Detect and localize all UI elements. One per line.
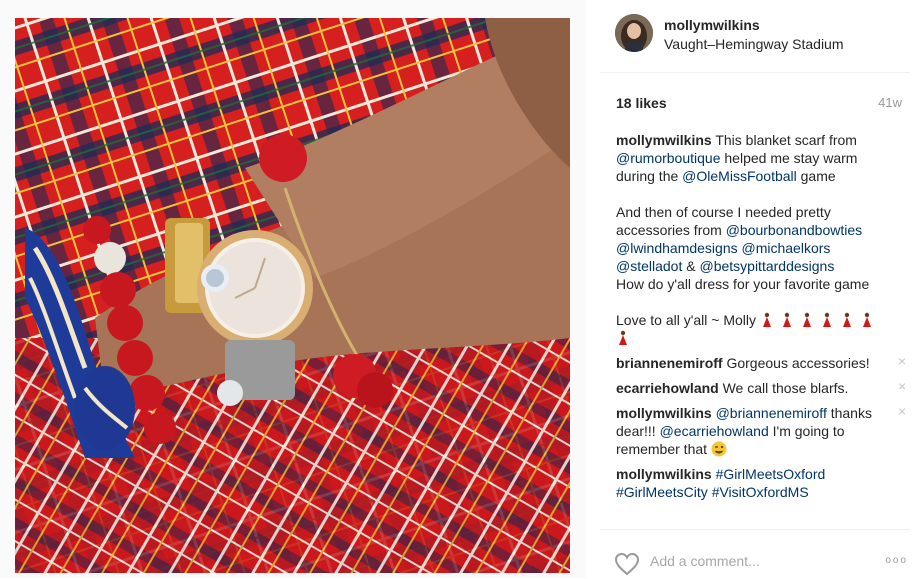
wink-emoji [711,441,727,457]
comment-item: ecarriehowland We call those blarfs. × [616,379,906,397]
caption-text: This blanket scarf from [715,132,857,148]
dancer-emoji [802,312,811,327]
dancer-emoji [842,312,851,327]
likes-count[interactable]: 18 likes [616,95,667,111]
mention-link[interactable]: @briannenemiroff [716,405,827,421]
delete-comment-icon[interactable]: × [898,379,910,393]
caption: mollymwilkins This blanket scarf from @r… [616,131,898,347]
comment-item: mollymwilkins @briannenemiroff thanks de… [616,404,906,458]
comment-username[interactable]: mollymwilkins [616,405,712,421]
hashtag-link[interactable]: #GirlMeetsOxford [716,466,826,482]
comment-text: We call those blarfs. [722,380,849,396]
mention-link[interactable]: @ecarriehowland [660,423,769,439]
mention-link[interactable]: @michaelkors [742,240,831,256]
mention-link[interactable]: @rumorboutique [616,150,721,166]
comment-item: briannenemiroff Gorgeous accessories! × [616,354,906,372]
mention-link[interactable]: @betsypittarddesigns [699,258,834,274]
mention-link[interactable]: @OleMissFootball [682,168,797,184]
avatar[interactable] [615,14,653,52]
post-time[interactable]: 41w [878,95,902,110]
username-link[interactable]: mollymwilkins [664,17,760,33]
caption-text: & [682,258,700,274]
delete-comment-icon[interactable]: × [898,404,910,418]
comments-list: mollymwilkins This blanket scarf from @r… [616,131,906,501]
post-sidebar: mollymwilkins Vaught–Hemingway Stadium 1… [600,0,910,578]
comment-item: mollymwilkins #GirlMeetsOxford #GirlMeet… [616,465,898,501]
caption-username[interactable]: mollymwilkins [616,132,712,148]
more-options-icon[interactable]: ooo [885,555,908,566]
dancer-emoji [762,312,771,327]
post-view: mollymwilkins Vaught–Hemingway Stadium 1… [0,0,924,578]
avatar-image [615,14,653,52]
post-header: mollymwilkins Vaught–Hemingway Stadium [600,0,910,73]
mention-link[interactable]: @lwindhamdesigns [616,240,738,256]
hashtag-link[interactable]: #GirlMeetsCity [616,484,708,500]
comment-footer: ooo [600,529,910,579]
mention-link[interactable]: @stelladot [616,258,682,274]
caption-text: How do y'all dress for your favorite gam… [616,276,870,292]
caption-text: game [796,168,836,184]
dancer-emoji [862,312,871,327]
comment-username[interactable]: mollymwilkins [616,466,712,482]
heart-icon[interactable] [614,552,640,576]
comment-username[interactable]: briannenemiroff [616,355,723,371]
dancer-emoji [782,312,791,327]
dancer-emoji [619,330,627,345]
photo-panel [0,0,586,578]
caption-text: Love to all y'all ~ Molly [616,312,760,328]
photo-illustration [15,18,570,573]
comment-text: Gorgeous accessories! [726,355,870,371]
mention-link[interactable]: @bourbonandbowties [726,222,862,238]
post-photo[interactable] [15,18,570,573]
location-link[interactable]: Vaught–Hemingway Stadium [664,36,844,52]
dancer-emoji [822,312,831,327]
comment-username[interactable]: ecarriehowland [616,380,719,396]
hashtag-link[interactable]: #VisitOxfordMS [712,484,809,500]
delete-comment-icon[interactable]: × [898,354,910,368]
add-comment-input[interactable] [650,553,840,569]
